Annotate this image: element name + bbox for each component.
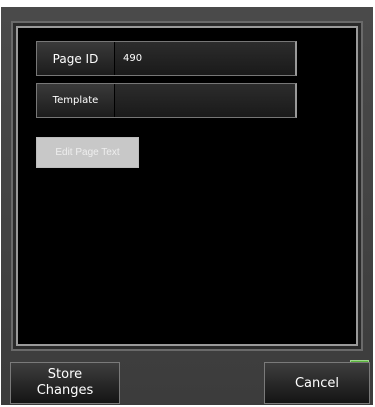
page-id-field[interactable]: 490 bbox=[123, 42, 142, 75]
content-frame: Page ID 490 Template Edit Page Text bbox=[11, 21, 363, 351]
template-label: Template bbox=[37, 84, 115, 117]
store-changes-label-line1: Store bbox=[47, 367, 83, 382]
dialog-window: Page ID 490 Template Edit Page Text Stor… bbox=[1, 7, 373, 405]
page-id-row: Page ID 490 bbox=[36, 41, 297, 76]
store-changes-button[interactable]: Store Changes bbox=[10, 362, 120, 404]
template-row: Template bbox=[36, 83, 297, 118]
cancel-button[interactable]: Cancel bbox=[264, 362, 370, 404]
content-panel: Page ID 490 Template Edit Page Text bbox=[16, 26, 358, 346]
page-id-label: Page ID bbox=[37, 42, 115, 75]
store-changes-label-line2: Changes bbox=[36, 383, 94, 398]
edit-page-text-button[interactable]: Edit Page Text bbox=[36, 137, 139, 168]
